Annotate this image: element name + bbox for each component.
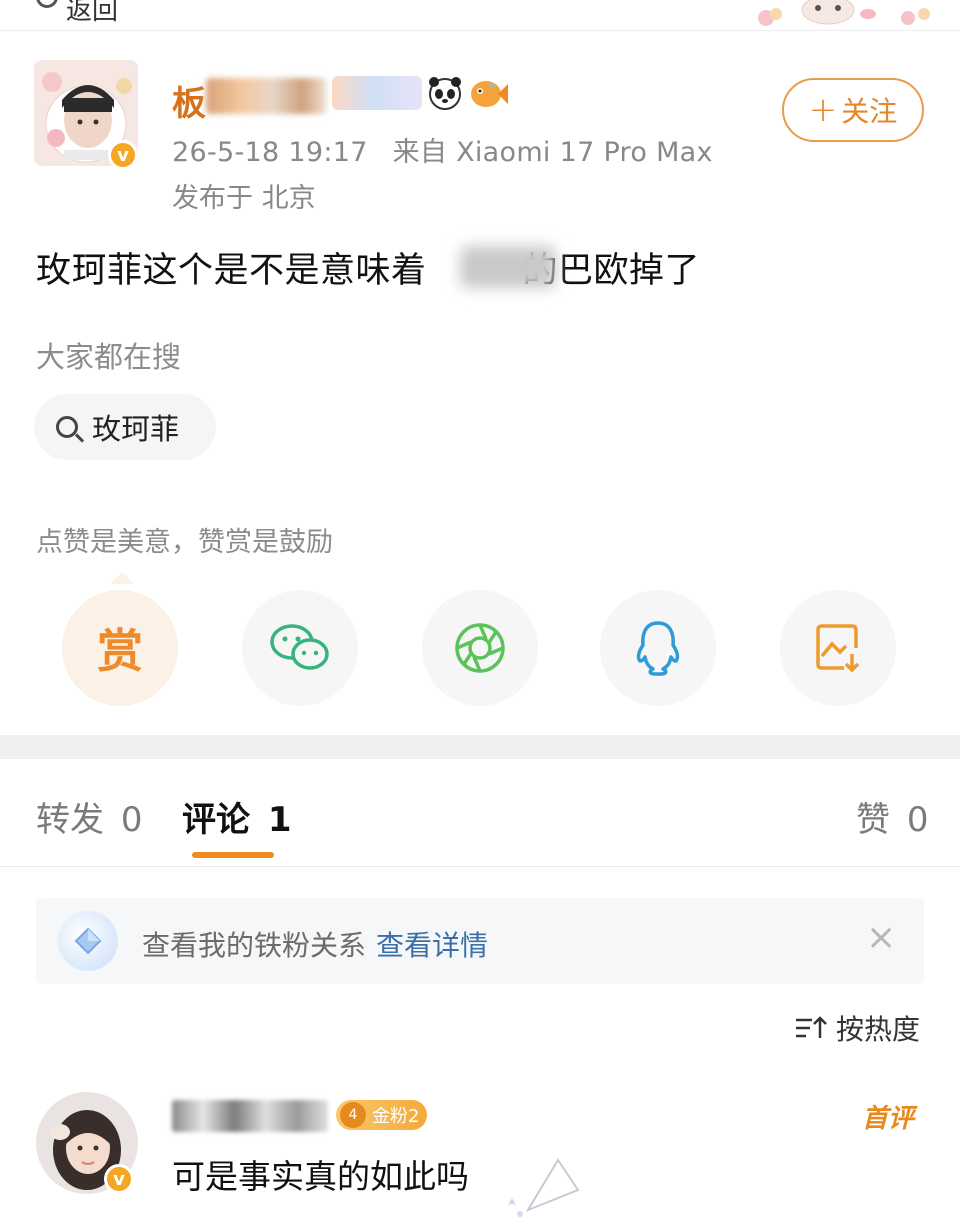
tab-like-count: 0	[906, 800, 929, 840]
share-qq-button[interactable]	[600, 590, 716, 706]
fan-relation-text: 查看我的铁粉关系 查看详情	[142, 924, 488, 964]
follow-label: 关注	[841, 95, 898, 128]
reward-icon: 赏	[97, 624, 143, 678]
tab-comment-label: 评论	[182, 800, 250, 840]
post-body: 玫珂菲这个是不是意味着 的巴欧掉了	[36, 242, 700, 293]
search-icon	[56, 416, 78, 438]
fan-relation-label: 查看我的铁粉关系	[142, 929, 367, 962]
save-image-icon	[816, 624, 860, 673]
sort-button[interactable]: 按热度	[794, 1008, 920, 1048]
bubble-decoration-icon	[508, 1158, 580, 1217]
qq-penguin-icon	[636, 621, 680, 676]
post-text-before: 玫珂菲这个是不是意味着	[36, 251, 427, 291]
plus-icon: +	[808, 90, 838, 130]
save-image-button[interactable]	[780, 590, 896, 706]
post-time: 26-5-18 19:17	[172, 137, 368, 168]
crown-icon: 4	[340, 1102, 366, 1128]
tab-like[interactable]: 赞 0	[856, 792, 928, 841]
post-source-prefix: 来自	[392, 137, 448, 168]
tab-like-label: 赞	[856, 800, 890, 840]
decoration-sticker-icon	[758, 0, 930, 26]
share-wechat-button[interactable]	[242, 590, 358, 706]
gold-fan-badge[interactable]: 4 金粉2	[336, 1100, 428, 1130]
tab-repost-label: 转发	[36, 800, 104, 840]
panda-badge-icon[interactable]	[426, 74, 464, 112]
sort-label: 按热度	[836, 1013, 921, 1046]
fan-diamond-icon	[58, 911, 118, 971]
post-meta: 26-5-18 19:17 来自 Xiaomi 17 Pro Max	[172, 130, 713, 169]
commenter-name-redacted[interactable]	[172, 1100, 328, 1132]
back-label[interactable]: 返回	[66, 0, 118, 27]
author-name-redacted	[206, 78, 326, 114]
section-divider	[0, 735, 960, 759]
search-chip-label: 玫珂菲	[92, 412, 180, 446]
tabs-border	[0, 866, 960, 867]
tooltip-pointer	[110, 572, 134, 584]
verified-badge-icon: v	[108, 140, 138, 170]
search-hint-label: 大家都在搜	[36, 340, 182, 374]
fan-detail-link[interactable]: 查看详情	[376, 929, 488, 962]
reward-hint: 点赞是美意，赞赏是鼓励	[36, 527, 333, 558]
follow-button[interactable]: + 关注	[782, 78, 924, 142]
post-text-redacted	[460, 246, 556, 288]
tab-repost[interactable]: 转发 0	[36, 792, 142, 841]
fish-badge-icon[interactable]	[468, 74, 508, 112]
author-name[interactable]: 板	[172, 76, 206, 125]
tab-repost-count: 0	[120, 800, 143, 840]
post-location: 发布于 北京	[172, 183, 316, 214]
tab-comment-count: 1	[267, 800, 292, 840]
moments-aperture-icon	[455, 623, 505, 673]
post-device[interactable]: Xiaomi 17 Pro Max	[456, 137, 713, 168]
sort-icon	[796, 1016, 827, 1038]
share-moments-button[interactable]	[422, 590, 538, 706]
gold-fan-label: 金粉2	[372, 1106, 420, 1127]
reward-button[interactable]: 赏	[62, 590, 178, 706]
user-badge-icon[interactable]	[332, 76, 422, 110]
wechat-icon	[270, 624, 329, 670]
tab-comment[interactable]: 评论 1	[182, 792, 292, 841]
active-tab-indicator	[192, 852, 274, 858]
first-comment-badge: 首评	[862, 1104, 915, 1134]
commenter-verified-icon: v	[104, 1164, 134, 1194]
search-suggestion-chip[interactable]: 玫珂菲	[34, 394, 216, 460]
close-icon[interactable]: ×	[866, 920, 896, 956]
comment-text: 可是事实真的如此吗	[172, 1157, 469, 1196]
